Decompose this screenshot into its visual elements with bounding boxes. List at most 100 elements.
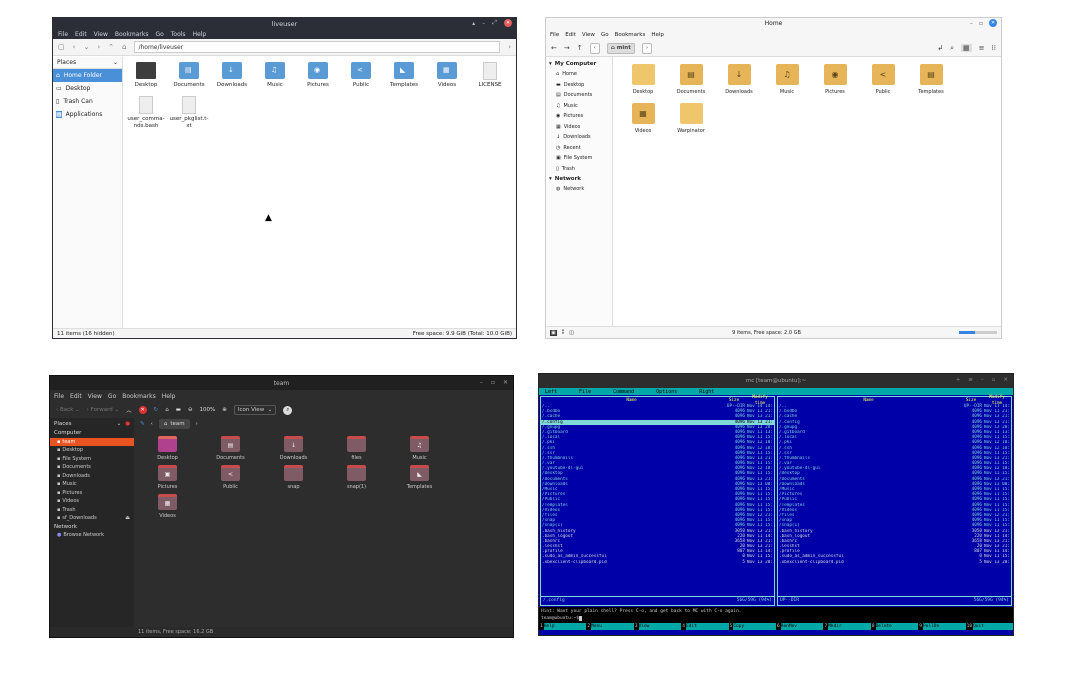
up-icon[interactable]: ⌃ — [108, 43, 114, 51]
forward-icon[interactable]: → — [564, 44, 570, 52]
file-item-templates[interactable]: ◣ Templates — [388, 465, 451, 490]
menu-bookmarks[interactable]: Bookmarks — [115, 31, 149, 38]
file-item-license[interactable]: LICENSE — [471, 62, 509, 89]
file-item-pictures[interactable]: ◉ Pictures — [299, 62, 337, 89]
sidebar-item-music[interactable]: ▪ Music — [50, 480, 134, 489]
history-down-icon[interactable]: ⌄ — [83, 43, 89, 51]
menu-edit[interactable]: Edit — [565, 32, 576, 38]
file-item-videos[interactable]: ▦ Videos — [621, 103, 665, 134]
file-item-snap[interactable]: snap — [262, 465, 325, 490]
file-item-pictures[interactable]: ▣ Pictures — [136, 465, 199, 490]
file-item-music[interactable]: ♫ Music — [388, 436, 451, 461]
menu-go[interactable]: Go — [155, 31, 163, 38]
icon-view-icon[interactable]: ▦ — [961, 44, 972, 52]
menu-options[interactable]: Options — [656, 389, 677, 395]
file-item-documents[interactable]: ▤ Documents — [669, 64, 713, 95]
file-item-downloads[interactable]: ↓ Downloads — [262, 436, 325, 461]
file-item-templates[interactable]: ◣ Templates — [385, 62, 423, 89]
pin-icon[interactable]: ▴ — [472, 20, 475, 27]
right-panel[interactable]: Name Size Modify time /.. UP--DIR Nov 11 1… — [777, 395, 1012, 606]
breadcrumb-toggle[interactable]: ‹ — [589, 42, 600, 54]
fkey-view[interactable]: 3 View — [634, 622, 682, 630]
home-icon[interactable]: ⌂ — [165, 407, 169, 413]
view-select[interactable]: Icon View ⌄ — [233, 405, 277, 415]
fkey-menu[interactable]: 2 Menu — [586, 622, 634, 630]
up-icon[interactable]: ︿ — [126, 406, 132, 414]
file-item-warpinator[interactable]: Warpinator — [669, 103, 713, 134]
sidebar-item-trash[interactable]: ▪ Trash — [50, 506, 134, 515]
file-item-user-comma-nds-bash[interactable]: user_comma-nds.bash — [127, 96, 165, 130]
home-icon[interactable]: ⌂ — [122, 43, 126, 51]
left-panel[interactable]: Name Size Modify time /.. UP--DIR Nov 14 1… — [540, 395, 775, 606]
fkey-edit[interactable]: 4 Edit — [681, 622, 729, 630]
file-item-user-pkglist-t-xt[interactable]: user_pkglist.t-xt — [170, 96, 208, 130]
menu-file[interactable]: File — [58, 31, 68, 38]
file-item-desktop[interactable]: Desktop — [136, 436, 199, 461]
menu-edit[interactable]: Edit — [70, 393, 82, 400]
fkey-copy[interactable]: 5 Copy — [729, 622, 777, 630]
menu-bookmarks[interactable]: Bookmarks — [122, 393, 156, 400]
sidebar-item-browse-network[interactable]: ● Browse Network — [50, 531, 134, 540]
sidebar-item-downloads[interactable]: ▪ Downloads — [50, 472, 134, 481]
menu-icon[interactable]: ≡ — [968, 377, 973, 383]
sidebar-item-desktop[interactable]: ▬ Desktop — [546, 80, 612, 91]
path-bar[interactable]: /home/liveuser — [134, 41, 501, 53]
minimize-icon[interactable]: – — [482, 20, 485, 27]
maximize-icon[interactable]: ▫ — [979, 20, 983, 27]
computer-icon[interactable]: ▬ — [176, 407, 181, 413]
file-item-downloads[interactable]: ↓ Downloads — [213, 62, 251, 89]
section-my-computer[interactable]: ▾ My Computer — [546, 59, 612, 69]
go-icon[interactable]: › — [508, 43, 511, 51]
file-item-videos[interactable]: ▦ Videos — [428, 62, 466, 89]
menu-go[interactable]: Go — [108, 393, 116, 400]
menu-command[interactable]: Command — [613, 389, 634, 395]
menu-file[interactable]: File — [550, 32, 559, 38]
fkey-help[interactable]: 1 Help — [539, 622, 587, 630]
file-item-pictures[interactable]: ◉ Pictures — [813, 64, 857, 95]
breadcrumb-mint[interactable]: ⌂ mint — [606, 42, 635, 54]
minimize-icon[interactable]: – — [970, 20, 973, 27]
menu-view[interactable]: View — [582, 32, 595, 38]
file-item-videos[interactable]: ▦ Videos — [136, 494, 199, 519]
menu-right[interactable]: Right — [699, 389, 714, 395]
sidebar-item-network[interactable]: ◍ Network — [546, 184, 612, 195]
fkey-delete[interactable]: 8 Delete — [871, 622, 919, 630]
sidebar-item-home[interactable]: ⌂ Home — [546, 69, 612, 80]
menu-view[interactable]: View — [88, 393, 102, 400]
reload-icon[interactable]: ↻ — [154, 407, 159, 413]
next-path-icon[interactable]: › — [196, 421, 198, 427]
search-icon[interactable]: ⌕ — [283, 405, 293, 415]
new-tab-icon[interactable]: + — [956, 377, 961, 383]
minimize-icon[interactable]: – — [480, 379, 483, 386]
zoom-slider[interactable] — [959, 331, 997, 334]
sidebar-item-music[interactable]: ♫ Music — [546, 101, 612, 112]
sidebar-item-trash-can[interactable]: ▯ Trash Can — [53, 95, 122, 108]
close-icon[interactable]: ✕ — [503, 379, 508, 386]
toggle-location-icon[interactable]: ↲ — [937, 44, 943, 52]
compact-view-icon[interactable]: ⁞⁞ — [992, 44, 996, 52]
fkey-mkdir[interactable]: 7 Mkdir — [823, 622, 871, 630]
file-item-snap-1[interactable]: snap(1) — [325, 465, 388, 490]
back-icon[interactable]: ‹ — [73, 43, 76, 51]
menu-tools[interactable]: Tools — [171, 31, 186, 38]
table-row[interactable]: .xbexclient-clipboard.pid 5Nov 13 20:42 — [541, 560, 774, 565]
sidebar-item-downloads[interactable]: ↓ Downloads — [546, 132, 612, 143]
prev-path-icon[interactable]: ‹ — [151, 421, 153, 427]
edit-path-icon[interactable]: ✎ — [140, 421, 145, 427]
tab-team[interactable]: ⌂ team — [158, 419, 190, 429]
sidebar-item-desktop[interactable]: ▭ Desktop — [53, 82, 122, 95]
tree-icon[interactable]: ⁑ — [562, 330, 565, 336]
new-tab-icon[interactable]: ▢ — [58, 43, 65, 51]
file-item-music[interactable]: ♫ Music — [256, 62, 294, 89]
file-item-public[interactable]: < Public — [861, 64, 905, 95]
sidebar-item-pictures[interactable]: ▪ Pictures — [50, 489, 134, 498]
minimize-icon[interactable]: – — [981, 377, 984, 383]
maximize-icon[interactable]: ▫ — [992, 377, 996, 383]
eject-icon[interactable]: ⏏ — [125, 515, 130, 521]
table-row[interactable]: .xbexclient-clipboard.pid 5Nov 13 20:42 — [778, 560, 1011, 565]
close-sidebar-icon[interactable]: ● — [125, 421, 130, 427]
forward-icon[interactable]: › — [97, 43, 100, 51]
fkey-pulldn[interactable]: 9 PullDn — [918, 622, 966, 630]
file-item-documents[interactable]: ▤ Documents — [170, 62, 208, 89]
back-button[interactable]: ‹ Back ⌄ — [56, 407, 80, 413]
